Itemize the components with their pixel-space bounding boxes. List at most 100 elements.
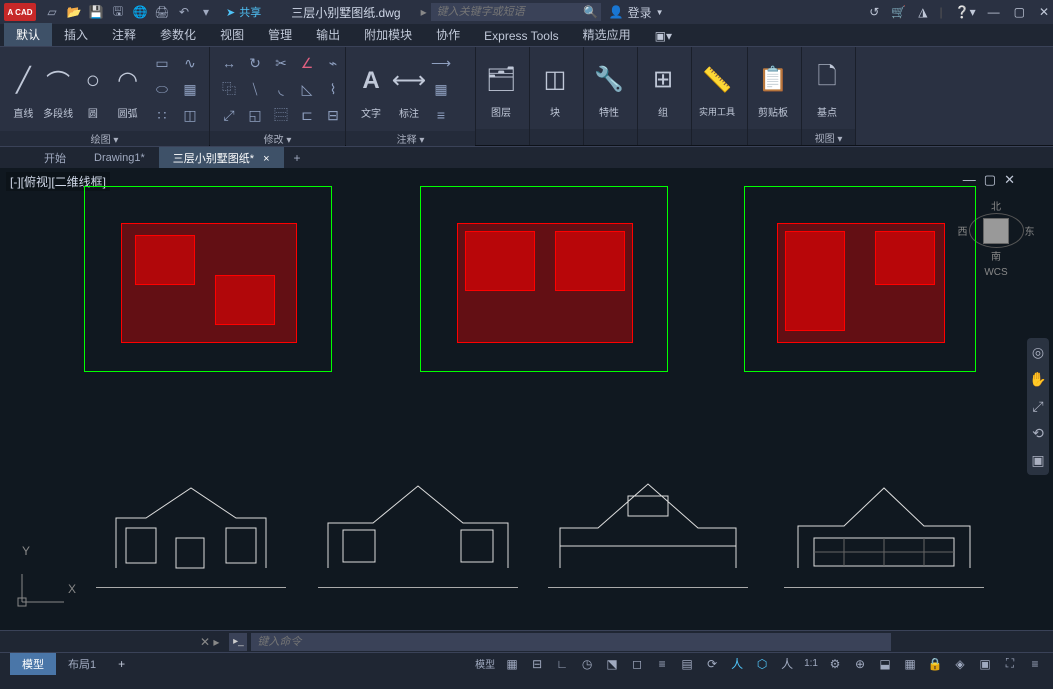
save-icon[interactable]: 💾 bbox=[86, 2, 106, 22]
spline-icon[interactable]: ∿ bbox=[177, 51, 203, 75]
leader-icon[interactable]: ⟶ bbox=[428, 51, 454, 75]
ribbon-tab-addins[interactable]: 附加模块 bbox=[352, 23, 424, 46]
ortho-icon[interactable]: ∟ bbox=[550, 654, 574, 674]
steering-icon[interactable]: ◎ bbox=[1027, 344, 1049, 361]
undo-icon[interactable]: ↶ bbox=[174, 2, 194, 22]
new-icon[interactable]: ▱ bbox=[42, 2, 62, 22]
mtext-icon[interactable]: ≡ bbox=[428, 103, 454, 127]
circle-button[interactable]: ○圆 bbox=[76, 53, 111, 125]
share-button[interactable]: ➤ 共享 bbox=[226, 4, 261, 20]
ribbon-tab-featured[interactable]: 精选应用 bbox=[571, 23, 643, 46]
blend-icon[interactable]: ⌇ bbox=[320, 77, 346, 101]
offset-icon[interactable]: ⊏ bbox=[294, 103, 320, 127]
trim-icon[interactable]: ✂ bbox=[268, 51, 294, 75]
plot-icon[interactable]: 🖨 bbox=[152, 2, 172, 22]
mirror-icon[interactable]: ⧹ bbox=[242, 77, 268, 101]
ribbon-tab-insert[interactable]: 插入 bbox=[52, 23, 100, 46]
showmotion-icon[interactable]: ▣ bbox=[1027, 452, 1049, 469]
polar-icon[interactable]: ◷ bbox=[575, 654, 599, 674]
text-button[interactable]: A文字 bbox=[352, 53, 390, 125]
stretch-icon[interactable]: ⤢ bbox=[216, 103, 242, 127]
move-icon[interactable]: ↔ bbox=[216, 51, 242, 75]
layout-tab-layout1[interactable]: 布局1 bbox=[56, 653, 108, 675]
group-button[interactable]: ⊞组 bbox=[644, 52, 682, 124]
copy-icon[interactable]: ⿻ bbox=[216, 77, 242, 101]
fillet-icon[interactable]: ◟ bbox=[268, 77, 294, 101]
doc-tab-active[interactable]: 三层小别墅图纸* × bbox=[159, 147, 284, 169]
align-icon[interactable]: ⊟ bbox=[320, 103, 346, 127]
explode-icon[interactable]: ⌁ bbox=[320, 51, 346, 75]
grid-icon[interactable]: ▦ bbox=[500, 654, 524, 674]
vp-max-icon[interactable]: ▢ bbox=[984, 172, 996, 188]
ribbon-tab-manage[interactable]: 管理 bbox=[256, 23, 304, 46]
cycling-icon[interactable]: ⟳ bbox=[700, 654, 724, 674]
scale-icon[interactable]: ◱ bbox=[242, 103, 268, 127]
snap-icon[interactable]: ⊟ bbox=[525, 654, 549, 674]
region-icon[interactable]: ◫ bbox=[177, 103, 203, 127]
rect-icon[interactable]: ▭ bbox=[149, 51, 175, 75]
layer-button[interactable]: 🗂图层 bbox=[482, 52, 520, 124]
line-button[interactable]: ╱直线 bbox=[6, 53, 41, 125]
ribbon-tab-parametric[interactable]: 参数化 bbox=[148, 23, 208, 46]
ribbon-tab-view[interactable]: 视图 bbox=[208, 23, 256, 46]
add-layout-icon[interactable]: + bbox=[108, 654, 135, 674]
status-scale[interactable]: 1:1 bbox=[800, 658, 822, 669]
workspace-icon[interactable]: ⚙ bbox=[823, 654, 847, 674]
transparency-icon[interactable]: ▤ bbox=[675, 654, 699, 674]
command-input[interactable] bbox=[251, 633, 891, 651]
saveas-icon[interactable]: 🖫 bbox=[108, 2, 128, 22]
history-icon[interactable]: ↺ bbox=[869, 5, 879, 19]
polyline-button[interactable]: ⌒多段线 bbox=[41, 53, 76, 125]
units-icon[interactable]: ⬓ bbox=[873, 654, 897, 674]
close-tab-icon[interactable]: × bbox=[263, 153, 269, 165]
hatch-icon[interactable]: ▦ bbox=[177, 77, 203, 101]
open-icon[interactable]: 📂 bbox=[64, 2, 84, 22]
dynamic-ucs-icon[interactable]: ⬡ bbox=[750, 654, 774, 674]
pan-icon[interactable]: ✋ bbox=[1027, 371, 1049, 388]
status-model[interactable]: 模型 bbox=[471, 656, 499, 671]
ribbon-tab-output[interactable]: 输出 bbox=[304, 23, 352, 46]
block-button[interactable]: ◫块 bbox=[536, 52, 574, 124]
ribbon-tab-express[interactable]: Express Tools bbox=[472, 26, 570, 46]
ribbon-tab-default[interactable]: 默认 bbox=[4, 23, 52, 46]
chamfer-icon[interactable]: ◺ bbox=[294, 77, 320, 101]
search-input[interactable] bbox=[431, 3, 581, 21]
dimension-button[interactable]: ⟷标注 bbox=[390, 53, 428, 125]
osnap-icon[interactable]: ◻ bbox=[625, 654, 649, 674]
ucs-icon[interactable]: Y X bbox=[14, 570, 74, 610]
hardware-icon[interactable]: ▣ bbox=[973, 654, 997, 674]
autodesk-icon[interactable]: ◮ bbox=[918, 5, 927, 19]
maximize-icon[interactable]: ▢ bbox=[1014, 5, 1025, 19]
minimize-icon[interactable]: — bbox=[988, 5, 1000, 19]
zoom-icon[interactable]: ⤢ bbox=[1027, 398, 1049, 415]
viewcube-ring[interactable]: 西 东 bbox=[969, 213, 1024, 248]
vp-close-icon[interactable]: ✕ bbox=[1004, 172, 1015, 188]
ribbon-tab-overflow-icon[interactable]: ▣▾ bbox=[643, 26, 684, 46]
orbit-icon[interactable]: ⟲ bbox=[1027, 425, 1049, 442]
isolate-icon[interactable]: ◈ bbox=[948, 654, 972, 674]
ribbon-tab-collab[interactable]: 协作 bbox=[424, 23, 472, 46]
quick-props-icon[interactable]: ▦ bbox=[898, 654, 922, 674]
doc-tab-drawing1[interactable]: Drawing1* bbox=[80, 149, 159, 167]
doc-tab-start[interactable]: 开始 bbox=[30, 147, 80, 169]
redo-icon[interactable]: ▾ bbox=[196, 2, 216, 22]
layout-tab-model[interactable]: 模型 bbox=[10, 653, 56, 675]
help-icon[interactable]: ❔▾ bbox=[955, 5, 976, 19]
lineweight-icon[interactable]: ≡ bbox=[650, 654, 674, 674]
props-button[interactable]: 🔧特性 bbox=[590, 52, 628, 124]
search-icon[interactable]: 🔍 bbox=[581, 3, 601, 21]
anno-scale-icon[interactable]: 人 bbox=[775, 654, 799, 674]
table-icon[interactable]: ▦ bbox=[428, 77, 454, 101]
tools-button[interactable]: 📏实用工具 bbox=[698, 52, 736, 124]
lock-ui-icon[interactable]: 🔒 bbox=[923, 654, 947, 674]
point-icon[interactable]: ∷ bbox=[149, 103, 175, 127]
rotate-icon[interactable]: ↻ bbox=[242, 51, 268, 75]
cart-icon[interactable]: 🛒 bbox=[891, 5, 906, 19]
add-tab-icon[interactable]: + bbox=[284, 148, 311, 168]
drawing-canvas[interactable]: [-][俯视][二维线框] — ▢ ✕ 北 西 东 南 WCS ◎ ✋ ⤢ ⟲ … bbox=[0, 168, 1053, 630]
cmd-recent-icon[interactable]: ✕ ▸ bbox=[200, 635, 219, 649]
close-icon[interactable]: ✕ bbox=[1039, 5, 1049, 19]
ribbon-tab-annotate[interactable]: 注释 bbox=[100, 23, 148, 46]
search-chevron-icon[interactable]: ▸ bbox=[421, 5, 427, 19]
clean-icon[interactable]: ⛶ bbox=[998, 654, 1022, 674]
